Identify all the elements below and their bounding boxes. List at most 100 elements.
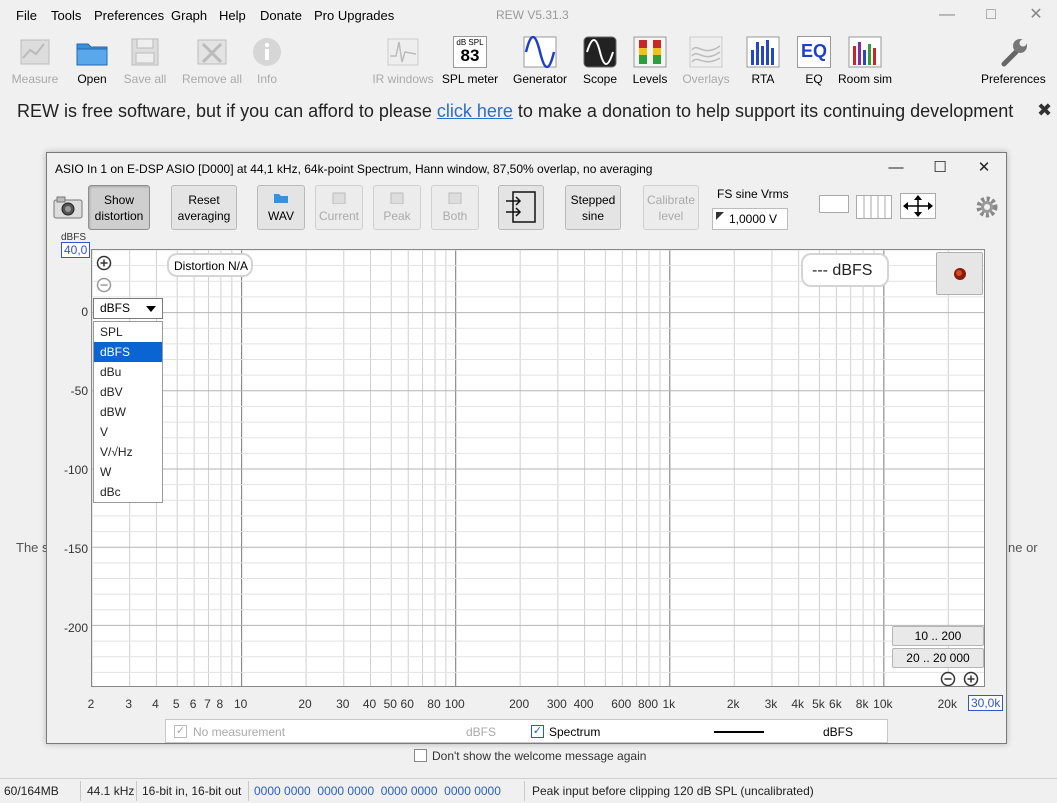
menu-tools[interactable]: Tools — [51, 8, 81, 23]
dont-show-checkbox[interactable] — [414, 749, 427, 762]
banner-close-icon[interactable]: ✖ — [1037, 100, 1052, 121]
unit-option-dbv[interactable]: dBV — [94, 382, 162, 402]
spectrum-checkbox[interactable]: ✓ — [531, 725, 544, 738]
levels-button[interactable]: Levels — [618, 36, 682, 86]
donate-link[interactable]: click here — [437, 101, 513, 121]
fs-sine-label: FS sine Vrms — [717, 187, 789, 201]
info-button[interactable]: Info — [235, 36, 299, 86]
chevron-down-icon — [146, 306, 156, 312]
x-tick-label: 20 — [298, 697, 312, 711]
minimize-button[interactable]: — — [932, 4, 962, 26]
legend-bar: ✓ No measurement dBFS ✓ Spectrum dBFS — [165, 719, 888, 743]
unit-dropdown-list: SPL dBFS dBu dBV dBW V V/√Hz W dBc — [93, 321, 163, 503]
unit-option-spl[interactable]: SPL — [94, 322, 162, 342]
unit-option-dbfs[interactable]: dBFS — [94, 342, 162, 362]
no-measurement-label: No measurement — [193, 725, 286, 739]
x-tick-label: 6k — [829, 697, 842, 711]
memory-status[interactable]: 60/164MB — [4, 784, 59, 798]
spl-meter-button[interactable]: dB SPL 83 SPL meter — [438, 36, 502, 86]
input-arrows-icon — [506, 191, 536, 223]
spl-meter-icon: dB SPL 83 — [453, 36, 487, 68]
show-distortion-button[interactable]: Show distortion — [88, 185, 150, 230]
unit-option-v[interactable]: V — [94, 422, 162, 442]
save-both-button[interactable]: Both — [431, 185, 479, 230]
x-tick-label: 3 — [125, 697, 133, 711]
y-axis-top-value[interactable]: 40,0 — [61, 242, 91, 258]
gear-icon[interactable] — [975, 195, 999, 222]
unit-option-dbu[interactable]: dBu — [94, 362, 162, 382]
camera-icon[interactable] — [53, 195, 83, 222]
menu-bar: File Tools Preferences Graph Help Donate… — [0, 0, 1057, 32]
record-icon — [954, 268, 966, 280]
room-sim-icon — [848, 36, 882, 68]
x-tick-label: 1k — [662, 697, 676, 711]
x-tick-label: 60 — [400, 697, 414, 711]
menu-file[interactable]: File — [16, 8, 37, 23]
reset-averaging-button[interactable]: Reset averaging — [171, 185, 237, 230]
levels-icon — [633, 36, 667, 68]
ir-windows-button[interactable]: IR windows — [371, 36, 435, 86]
unit-dropdown[interactable]: dBFS — [93, 298, 163, 319]
save-peak-button[interactable]: Peak — [373, 185, 421, 230]
maximize-button[interactable]: □ — [976, 4, 1006, 26]
calibrate-level-button[interactable]: Calibrate level — [643, 185, 699, 230]
folder-icon — [75, 36, 109, 68]
room-sim-button[interactable]: Room sim — [833, 36, 897, 86]
info-icon — [250, 36, 284, 68]
rta-plot[interactable]: Distortion N/A --- dBFS 10 .. 200 20 .. … — [91, 249, 985, 687]
unit-option-dbc[interactable]: dBc — [94, 482, 162, 502]
save-current-button[interactable]: Current — [315, 185, 363, 230]
menu-preferences[interactable]: Preferences — [94, 8, 164, 23]
unit-option-w[interactable]: W — [94, 462, 162, 482]
x-tick-label: 400 — [573, 697, 594, 711]
range-20-20000-button[interactable]: 20 .. 20 000 — [892, 648, 984, 668]
save-icon — [448, 192, 462, 205]
generator-button[interactable]: Generator — [508, 35, 572, 86]
scope-icon — [583, 36, 617, 68]
stepped-sine-button[interactable]: Stepped sine — [565, 185, 621, 230]
rta-maximize-button[interactable]: ☐ — [926, 157, 954, 179]
x-tick-label: 600 — [611, 697, 632, 711]
measure-icon — [18, 36, 52, 68]
input-select-button[interactable] — [498, 185, 544, 230]
save-all-button[interactable]: Save all — [113, 36, 177, 86]
x-tick-label: 3k — [764, 697, 778, 711]
range-10-200-button[interactable]: 10 .. 200 — [892, 626, 984, 646]
save-icon — [390, 192, 404, 205]
input-codes-status: 0000 0000 0000 0000 0000 0000 0000 0000 — [254, 784, 501, 798]
y-tick-label: -150 — [63, 542, 88, 556]
columns-layout-icon[interactable] — [856, 195, 892, 219]
y-tick-label: -50 — [70, 384, 88, 398]
wav-button[interactable]: WAV — [257, 185, 305, 230]
menu-donate[interactable]: Donate — [260, 8, 302, 23]
background-text-left: The s — [16, 540, 49, 555]
main-toolbar: Measure Open Save all Remove all Info IR… — [0, 32, 1057, 90]
sample-rate-status: 44.1 kHz — [87, 784, 135, 798]
unit-option-dbw[interactable]: dBW — [94, 402, 162, 422]
y-tick-label: 0 — [81, 305, 88, 319]
measure-button[interactable]: Measure — [3, 36, 67, 86]
corner-triangle-icon — [716, 212, 724, 220]
eq-icon: EQ — [797, 36, 831, 68]
rta-minimize-button[interactable]: — — [882, 157, 910, 179]
no-measurement-checkbox[interactable]: ✓ — [174, 725, 187, 738]
record-button[interactable] — [936, 252, 983, 295]
donation-banner: REW is free software, but if you can aff… — [17, 101, 1014, 121]
x-axis-end-value[interactable]: 30,0k — [968, 695, 1004, 711]
single-layout-icon[interactable] — [819, 195, 849, 213]
fs-sine-input[interactable]: 1,0000 V — [712, 208, 788, 230]
legend-unit-2: dBFS — [823, 725, 854, 739]
unit-option-v-per-root-hz[interactable]: V/√Hz — [94, 442, 162, 462]
pan-arrows-icon[interactable] — [900, 193, 936, 219]
save-icon — [332, 192, 346, 205]
x-tick-label: 200 — [509, 697, 530, 711]
rta-close-button[interactable]: ✕ — [970, 157, 998, 179]
menu-graph[interactable]: Graph — [171, 8, 207, 23]
overlays-button[interactable]: Overlays — [674, 36, 738, 86]
preferences-button[interactable]: Preferences — [981, 36, 1046, 86]
menu-pro-upgrades[interactable]: Pro Upgrades — [314, 8, 394, 23]
welcome-option[interactable]: Don't show the welcome message again — [414, 749, 646, 763]
close-button[interactable]: ✕ — [1021, 4, 1051, 26]
menu-help[interactable]: Help — [219, 8, 246, 23]
y-tick-label: -100 — [63, 463, 88, 477]
